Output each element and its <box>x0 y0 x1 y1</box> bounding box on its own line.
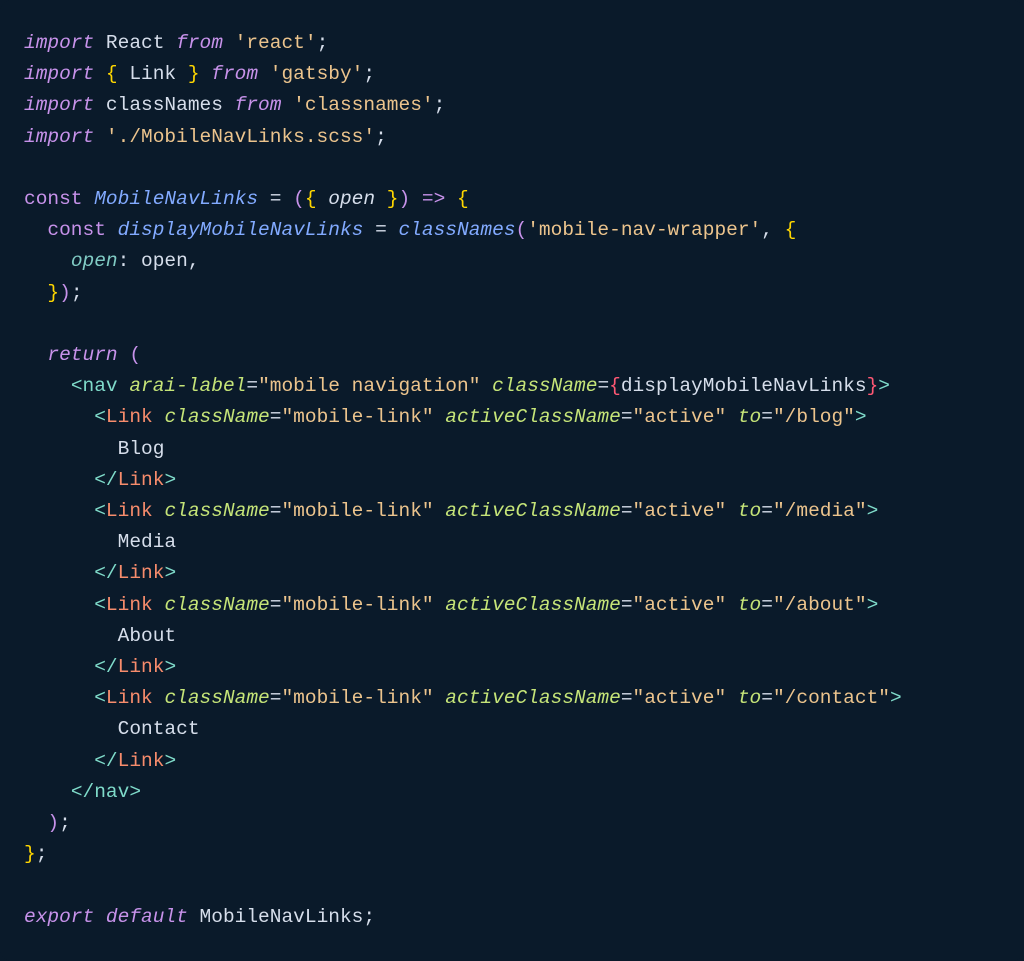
code-line: </Link> <box>24 469 176 491</box>
code-line: import { Link } from 'gatsby'; <box>24 63 375 85</box>
code-line: export default MobileNavLinks; <box>24 906 375 928</box>
code-line: <Link className="mobile-link" activeClas… <box>24 687 902 709</box>
code-line: return ( <box>24 344 141 366</box>
code-line: </Link> <box>24 656 176 678</box>
code-line: </Link> <box>24 750 176 772</box>
code-line: import React from 'react'; <box>24 32 328 54</box>
code-line: ); <box>24 812 71 834</box>
code-line: }; <box>24 843 47 865</box>
code-line: open: open, <box>24 250 200 272</box>
code-line: import classNames from 'classnames'; <box>24 94 445 116</box>
code-line: <nav arai-label="mobile navigation" clas… <box>24 375 890 397</box>
code-line: import './MobileNavLinks.scss'; <box>24 126 387 148</box>
code-editor[interactable]: import React from 'react'; import { Link… <box>0 0 1024 961</box>
code-line: <Link className="mobile-link" activeClas… <box>24 406 867 428</box>
code-line: }); <box>24 282 83 304</box>
code-line: const MobileNavLinks = ({ open }) => { <box>24 188 469 210</box>
code-line: </Link> <box>24 562 176 584</box>
code-line: <Link className="mobile-link" activeClas… <box>24 594 878 616</box>
code-line: Contact <box>24 718 200 740</box>
code-line: Media <box>24 531 176 553</box>
code-line: About <box>24 625 176 647</box>
code-line: </nav> <box>24 781 141 803</box>
code-line: <Link className="mobile-link" activeClas… <box>24 500 878 522</box>
code-line: Blog <box>24 438 164 460</box>
code-line: const displayMobileNavLinks = classNames… <box>24 219 796 241</box>
